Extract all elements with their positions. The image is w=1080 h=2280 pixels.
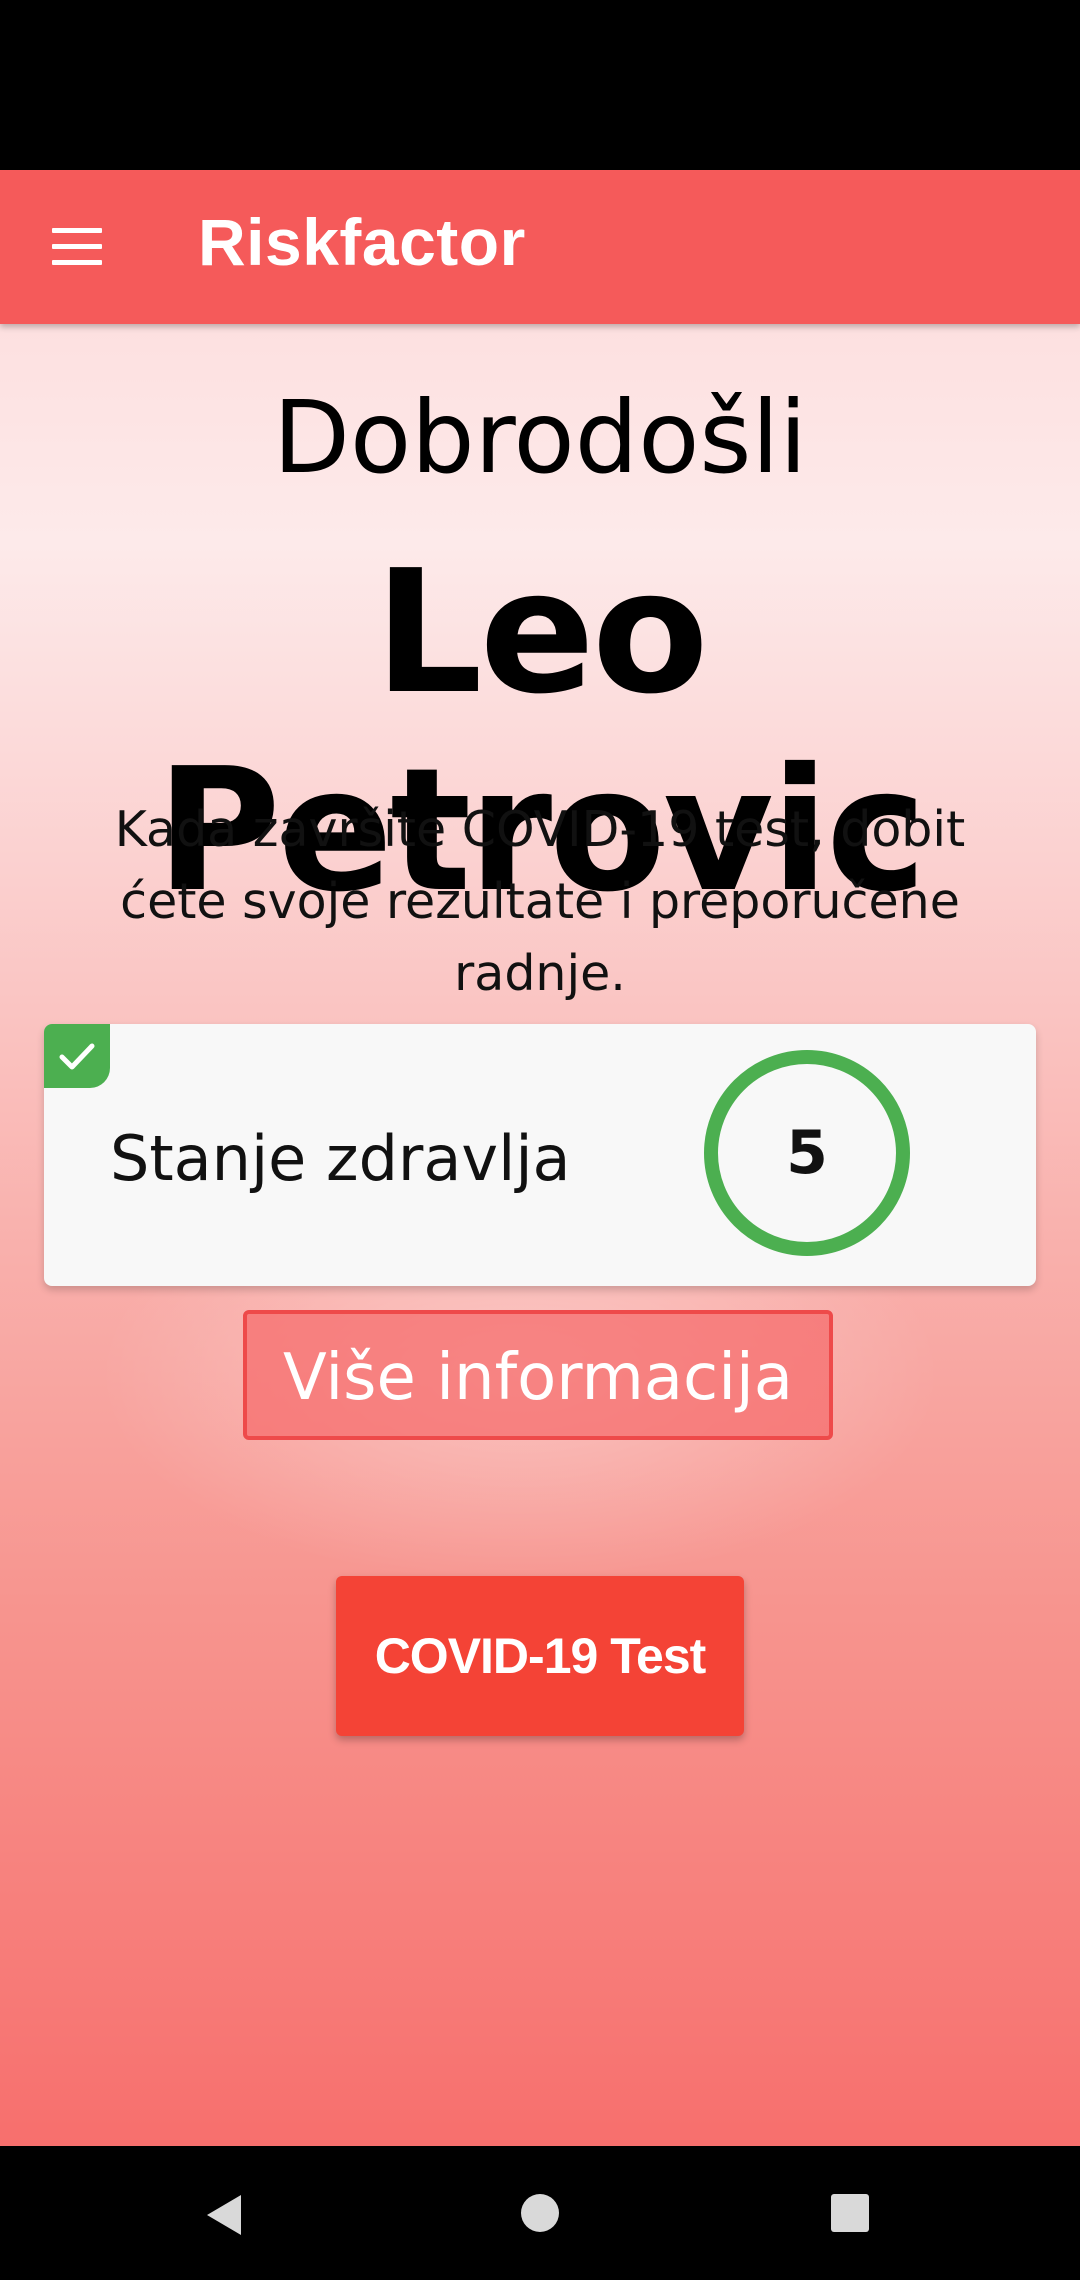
app-title: Riskfactor (198, 205, 526, 279)
back-triangle-icon (207, 2195, 241, 2235)
health-score-value: 5 (786, 1118, 828, 1188)
welcome-heading: Dobrodošli (272, 379, 808, 496)
covid-test-button[interactable]: COVID-19 Test (336, 1576, 744, 1736)
intro-text: Kada završite COVID-19 test, dobit ćete … (114, 801, 966, 1002)
check-icon (59, 1043, 95, 1070)
health-status-label: Stanje zdravlja (110, 1122, 571, 1195)
nav-recents-button[interactable] (780, 2146, 920, 2280)
status-bar (0, 0, 1080, 170)
system-nav-bar (0, 2146, 1080, 2280)
nav-home-button[interactable] (470, 2146, 610, 2280)
home-circle-icon (521, 2194, 559, 2232)
check-badge (44, 1024, 110, 1088)
main-content[interactable]: Dobrodošli Leo Petrovic Kada završite CO… (0, 324, 1080, 2146)
health-score-ring: 5 (704, 1050, 910, 1256)
app-bar: Riskfactor (0, 170, 1080, 324)
recents-square-icon (831, 2194, 869, 2232)
health-status-card: Stanje zdravlja 5 (44, 1024, 1036, 1286)
hamburger-menu-icon[interactable] (52, 228, 102, 266)
more-info-button[interactable]: Više informacija (243, 1310, 833, 1440)
nav-back-button[interactable] (155, 2146, 295, 2280)
